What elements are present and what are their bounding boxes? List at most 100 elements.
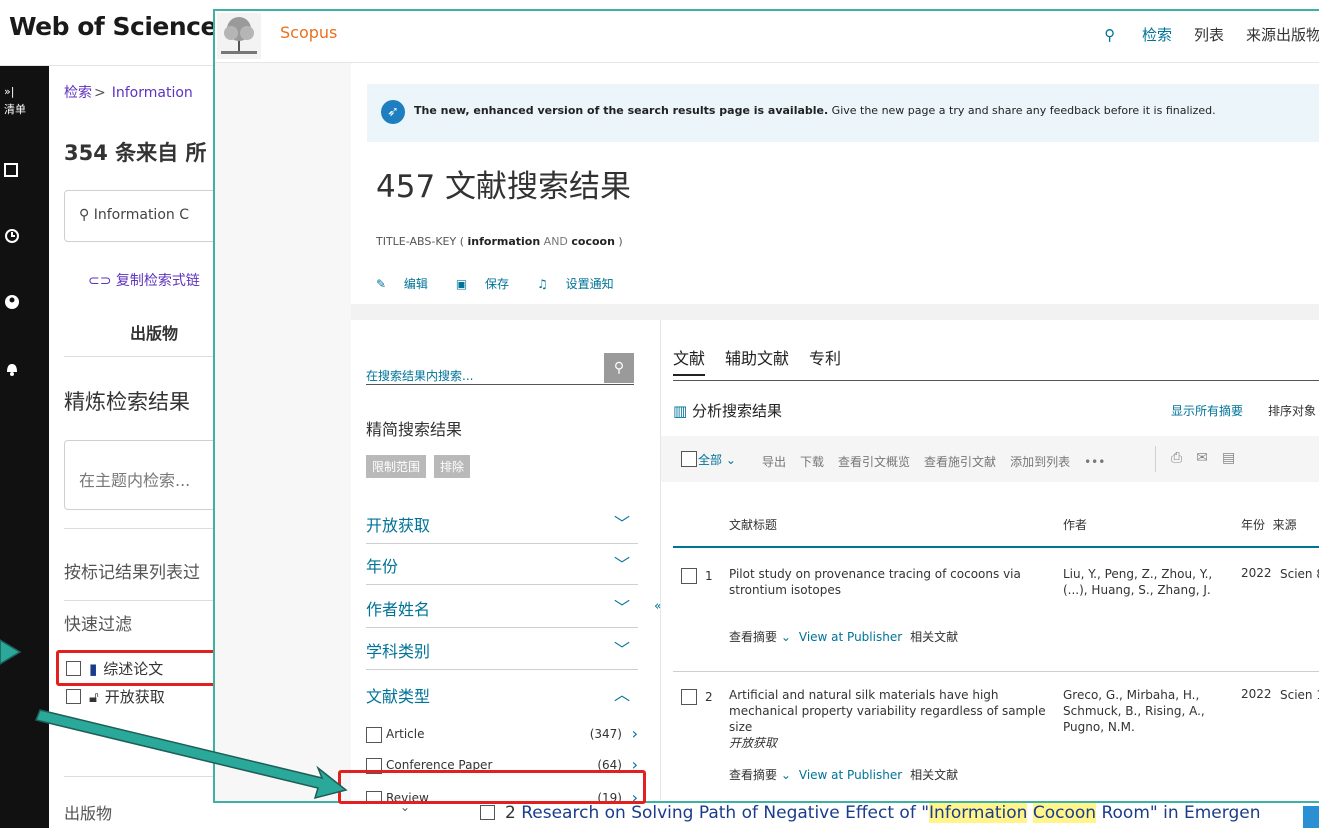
divider: [64, 600, 224, 601]
divider: [64, 356, 224, 357]
chevron-down-icon: ﹀: [613, 640, 630, 659]
nav-lists[interactable]: 列表: [1194, 26, 1224, 44]
chevron-down-icon: ⌄: [777, 768, 791, 782]
download-button[interactable]: 下载: [800, 455, 824, 469]
column-authors[interactable]: 作者: [1063, 516, 1087, 533]
elsevier-tree-logo[interactable]: [217, 13, 261, 59]
result-tabs: 文献 辅助文献 专利: [673, 345, 861, 376]
column-title[interactable]: 文献标题: [729, 516, 777, 533]
results-toolbar: 全部 ⌄ 导出 下载 查看引文概览 查看施引文献 添加到列表 ••• ⎙ ✉ ▤: [661, 436, 1319, 482]
result-title-link[interactable]: Research on Solving Path of Negative Eff…: [521, 803, 1260, 823]
exclude-button[interactable]: 排除: [434, 455, 471, 478]
rail-bell-icon[interactable]: [0, 360, 49, 382]
divider: [64, 776, 224, 777]
tab-patents[interactable]: 专利: [809, 349, 841, 368]
refine-results-title: 精简搜索结果: [366, 420, 463, 439]
more-icon[interactable]: •••: [1084, 455, 1105, 469]
query-string: TITLE-ABS-KEY ( information AND cocoon ): [376, 235, 623, 248]
authors[interactable]: Liu, Y., Peng, Z., Zhou, Y., (...), Huan…: [1063, 566, 1233, 598]
source[interactable]: Scien 12(1): [1280, 687, 1319, 703]
edit-button[interactable]: ✎ 编辑: [376, 277, 442, 291]
search-icon: ⚲: [79, 207, 94, 223]
rail-clock-icon[interactable]: [0, 228, 49, 248]
analyze-results-link[interactable]: ▥ 分析搜索结果: [673, 400, 782, 421]
chevron-down-icon: ﹀: [613, 598, 630, 617]
breadcrumb-current[interactable]: Information: [112, 85, 193, 101]
rocket-icon: ➶: [381, 100, 405, 124]
facet-document-type[interactable]: 文献类型 ︿: [366, 675, 638, 715]
checkbox[interactable]: [681, 568, 697, 584]
checkbox[interactable]: [681, 689, 697, 705]
checkbox[interactable]: [480, 805, 495, 820]
left-gutter: [215, 63, 351, 801]
toolbar-actions: 导出 下载 查看引文概览 查看施引文献 添加到列表 •••: [762, 453, 1119, 470]
limit-to-button[interactable]: 限制范围: [366, 455, 427, 478]
save-icon: ▣: [455, 277, 472, 291]
document-title-link[interactable]: Pilot study on provenance tracing of coc…: [729, 566, 1049, 598]
rail-user-icon[interactable]: [0, 294, 49, 314]
checkbox[interactable]: [66, 689, 81, 704]
chevron-right-icon[interactable]: ›: [632, 724, 638, 743]
wos-filter-open-access[interactable]: 🔓︎ 开放获取: [66, 686, 165, 707]
add-to-list-button[interactable]: 添加到列表: [1010, 455, 1070, 469]
section-gap: [351, 304, 1319, 320]
result-count-title: 457 文献搜索结果: [376, 169, 632, 205]
breadcrumb-search-link[interactable]: 检索: [64, 85, 92, 101]
wos-publications-tab[interactable]: 出版物: [130, 320, 178, 344]
rail-list-label[interactable]: 清单: [0, 102, 49, 117]
tab-documents[interactable]: 文献: [673, 349, 706, 376]
refine-panel: 在搜索结果内搜索... ⚲ 精简搜索结果 限制范围 排除 开放获取 ﹀ 年份 ﹀ 作者…: [351, 320, 660, 801]
view-at-publisher-link[interactable]: View at Publisher: [799, 630, 902, 644]
wos-quick-filter-title: 快速过滤: [64, 615, 132, 635]
chevron-up-icon: ︿: [613, 685, 630, 704]
checkbox[interactable]: [366, 727, 382, 743]
year: 2022: [1241, 687, 1272, 701]
export-button[interactable]: 导出: [762, 455, 786, 469]
facet-year[interactable]: 年份 ﹀: [366, 545, 638, 585]
doctype-article[interactable]: Article (347) ›: [366, 724, 638, 748]
scopus-brand[interactable]: Scopus: [280, 23, 337, 42]
view-abstract-toggle[interactable]: 查看摘要 ⌄: [729, 768, 791, 782]
nav-search[interactable]: ⚲ 检索: [1082, 26, 1172, 44]
facet-author-name[interactable]: 作者姓名 ﹀: [366, 588, 638, 628]
wos-query-text: ⚲ Information C: [79, 207, 189, 223]
cited-by-button[interactable]: 查看施引文献: [924, 455, 996, 469]
checkbox[interactable]: [681, 451, 697, 467]
show-all-abstracts-link[interactable]: 显示所有摘要: [1171, 402, 1243, 419]
authors[interactable]: Greco, G., Mirbaha, H., Schmuck, B., Ris…: [1063, 687, 1233, 735]
set-alert-button[interactable]: ♫ 设置通知: [537, 277, 628, 291]
email-icon[interactable]: ✉: [1196, 450, 1208, 466]
select-all[interactable]: 全部 ⌄: [681, 451, 736, 468]
new-version-banner: ➶ The new, enhanced version of the searc…: [367, 84, 1319, 142]
save-button[interactable]: ▣ 保存: [456, 277, 523, 291]
nav-sources[interactable]: 来源出版物: [1246, 26, 1319, 44]
facet-open-access[interactable]: 开放获取 ﹀: [366, 504, 638, 544]
facet-subject-area[interactable]: 学科类别 ﹀: [366, 630, 638, 670]
wos-logo[interactable]: Web of Science: [9, 12, 217, 41]
source[interactable]: Scien 851,1: [1280, 566, 1319, 582]
view-at-publisher-link[interactable]: View at Publisher: [799, 768, 902, 782]
breadcrumb-separator: >: [94, 85, 106, 101]
chevron-down-icon: ⌄: [777, 630, 791, 644]
tab-secondary-documents[interactable]: 辅助文献: [725, 349, 789, 368]
pencil-icon: ✎: [376, 277, 390, 291]
wos-marked-list-filter[interactable]: 按标记结果列表过: [64, 558, 200, 583]
search-within-results-input[interactable]: 在搜索结果内搜索... ⚲: [366, 345, 634, 385]
print-icon[interactable]: ⎙: [1171, 450, 1182, 466]
rail-history-icon[interactable]: [0, 162, 49, 182]
related-documents-link[interactable]: 相关文献: [910, 768, 958, 782]
scopus-nav: ⚲ 检索 列表 来源出版物: [1060, 24, 1319, 45]
wos-result-row: 2 Research on Solving Path of Negative E…: [480, 803, 1260, 823]
view-abstract-toggle[interactable]: 查看摘要 ⌄: [729, 630, 791, 644]
related-documents-link[interactable]: 相关文献: [910, 630, 958, 644]
chevron-down-icon: ﹀: [613, 555, 630, 574]
wos-publications-facet[interactable]: 出版物: [64, 800, 112, 824]
bibliography-icon[interactable]: ▤: [1222, 450, 1235, 466]
search-icon[interactable]: ⚲: [604, 353, 634, 383]
document-title-link[interactable]: Artificial and natural silk materials ha…: [729, 687, 1049, 751]
divider: [673, 671, 1319, 672]
citation-overview-button[interactable]: 查看引文概览: [838, 455, 910, 469]
sort-by-label[interactable]: 排序对象: [1268, 402, 1316, 419]
rail-collapse-label[interactable]: »|: [0, 84, 49, 99]
wos-copy-link[interactable]: ⊂⊃ 复制检索式链: [88, 270, 200, 290]
